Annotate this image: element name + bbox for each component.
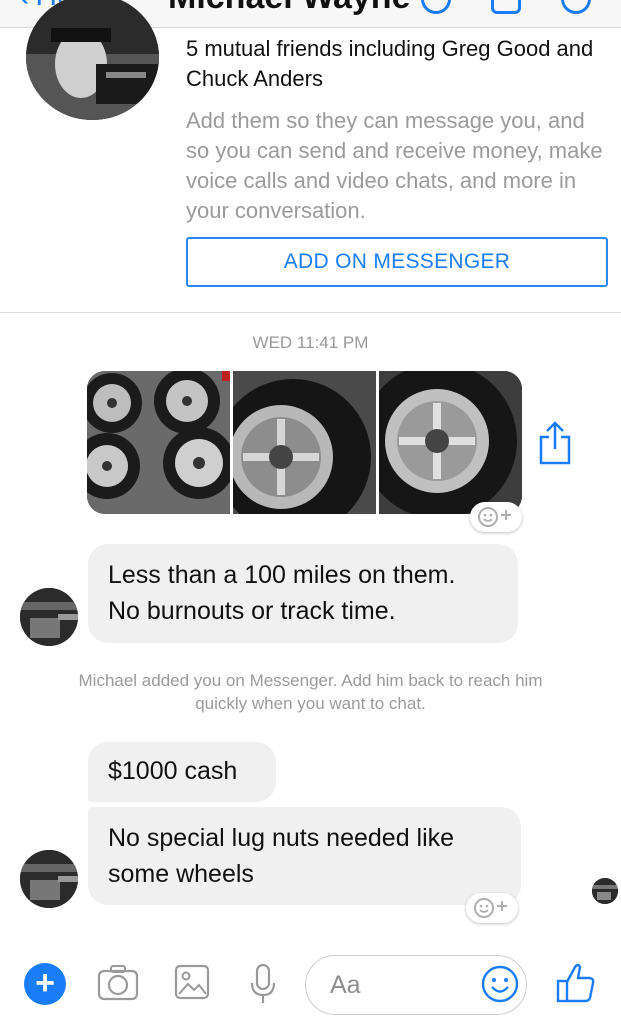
share-icon[interactable]: [538, 421, 572, 465]
tire-photo-2[interactable]: [233, 371, 376, 514]
tire-photo-1[interactable]: [87, 371, 230, 514]
add-reaction-icon[interactable]: [470, 502, 522, 532]
message-bubble[interactable]: $1000 cash: [88, 742, 276, 802]
add-on-messenger-button[interactable]: ADD ON MESSENGER: [186, 237, 608, 287]
notice-line: quickly when you want to chat.: [195, 694, 426, 713]
message-text: some wheels: [108, 860, 254, 888]
message-bubble[interactable]: Less than a 100 miles on them. No burnou…: [88, 544, 518, 643]
phone-icon[interactable]: [421, 0, 451, 14]
message-composer: + Aa: [0, 945, 621, 1022]
add-reaction-icon[interactable]: [466, 893, 518, 923]
seen-avatar: [592, 878, 618, 904]
message-timestamp: WED 11:41 PM: [252, 333, 369, 352]
gallery-icon[interactable]: [174, 963, 210, 1003]
photo-group: [87, 371, 522, 514]
info-icon[interactable]: [561, 0, 591, 14]
message-text: Less than a 100 miles on them.: [108, 561, 456, 589]
add-description: Add them so they can message you, and so…: [186, 108, 603, 223]
conversation-title[interactable]: Michael Wayne: [168, 0, 410, 17]
tire-photo-3[interactable]: [379, 371, 522, 514]
camera-icon[interactable]: [97, 963, 139, 1003]
sender-avatar[interactable]: [20, 588, 78, 646]
sender-avatar[interactable]: [20, 850, 78, 908]
emoji-icon[interactable]: [481, 965, 519, 1003]
message-text: No special lug nuts needed like: [108, 824, 455, 852]
added-notice: Michael added you on Messenger. Add him …: [10, 669, 611, 715]
microphone-icon[interactable]: [250, 963, 276, 1005]
message-text: No burnouts or track time.: [108, 597, 396, 625]
message-bubble[interactable]: No special lug nuts needed like some whe…: [88, 807, 521, 905]
notice-line: Michael added you on Messenger. Add him …: [78, 671, 543, 690]
video-icon[interactable]: [491, 0, 521, 14]
more-actions-button[interactable]: +: [24, 963, 66, 1005]
back-chevron-icon: ‹: [18, 0, 29, 15]
profile-avatar[interactable]: [26, 0, 159, 120]
mutual-friends-text: 5 mutual friends including Greg Good and…: [186, 36, 594, 91]
like-icon[interactable]: [556, 961, 596, 1005]
message-text: $1000 cash: [108, 757, 238, 785]
profile-section: 5 mutual friends including Greg Good and…: [0, 0, 621, 313]
